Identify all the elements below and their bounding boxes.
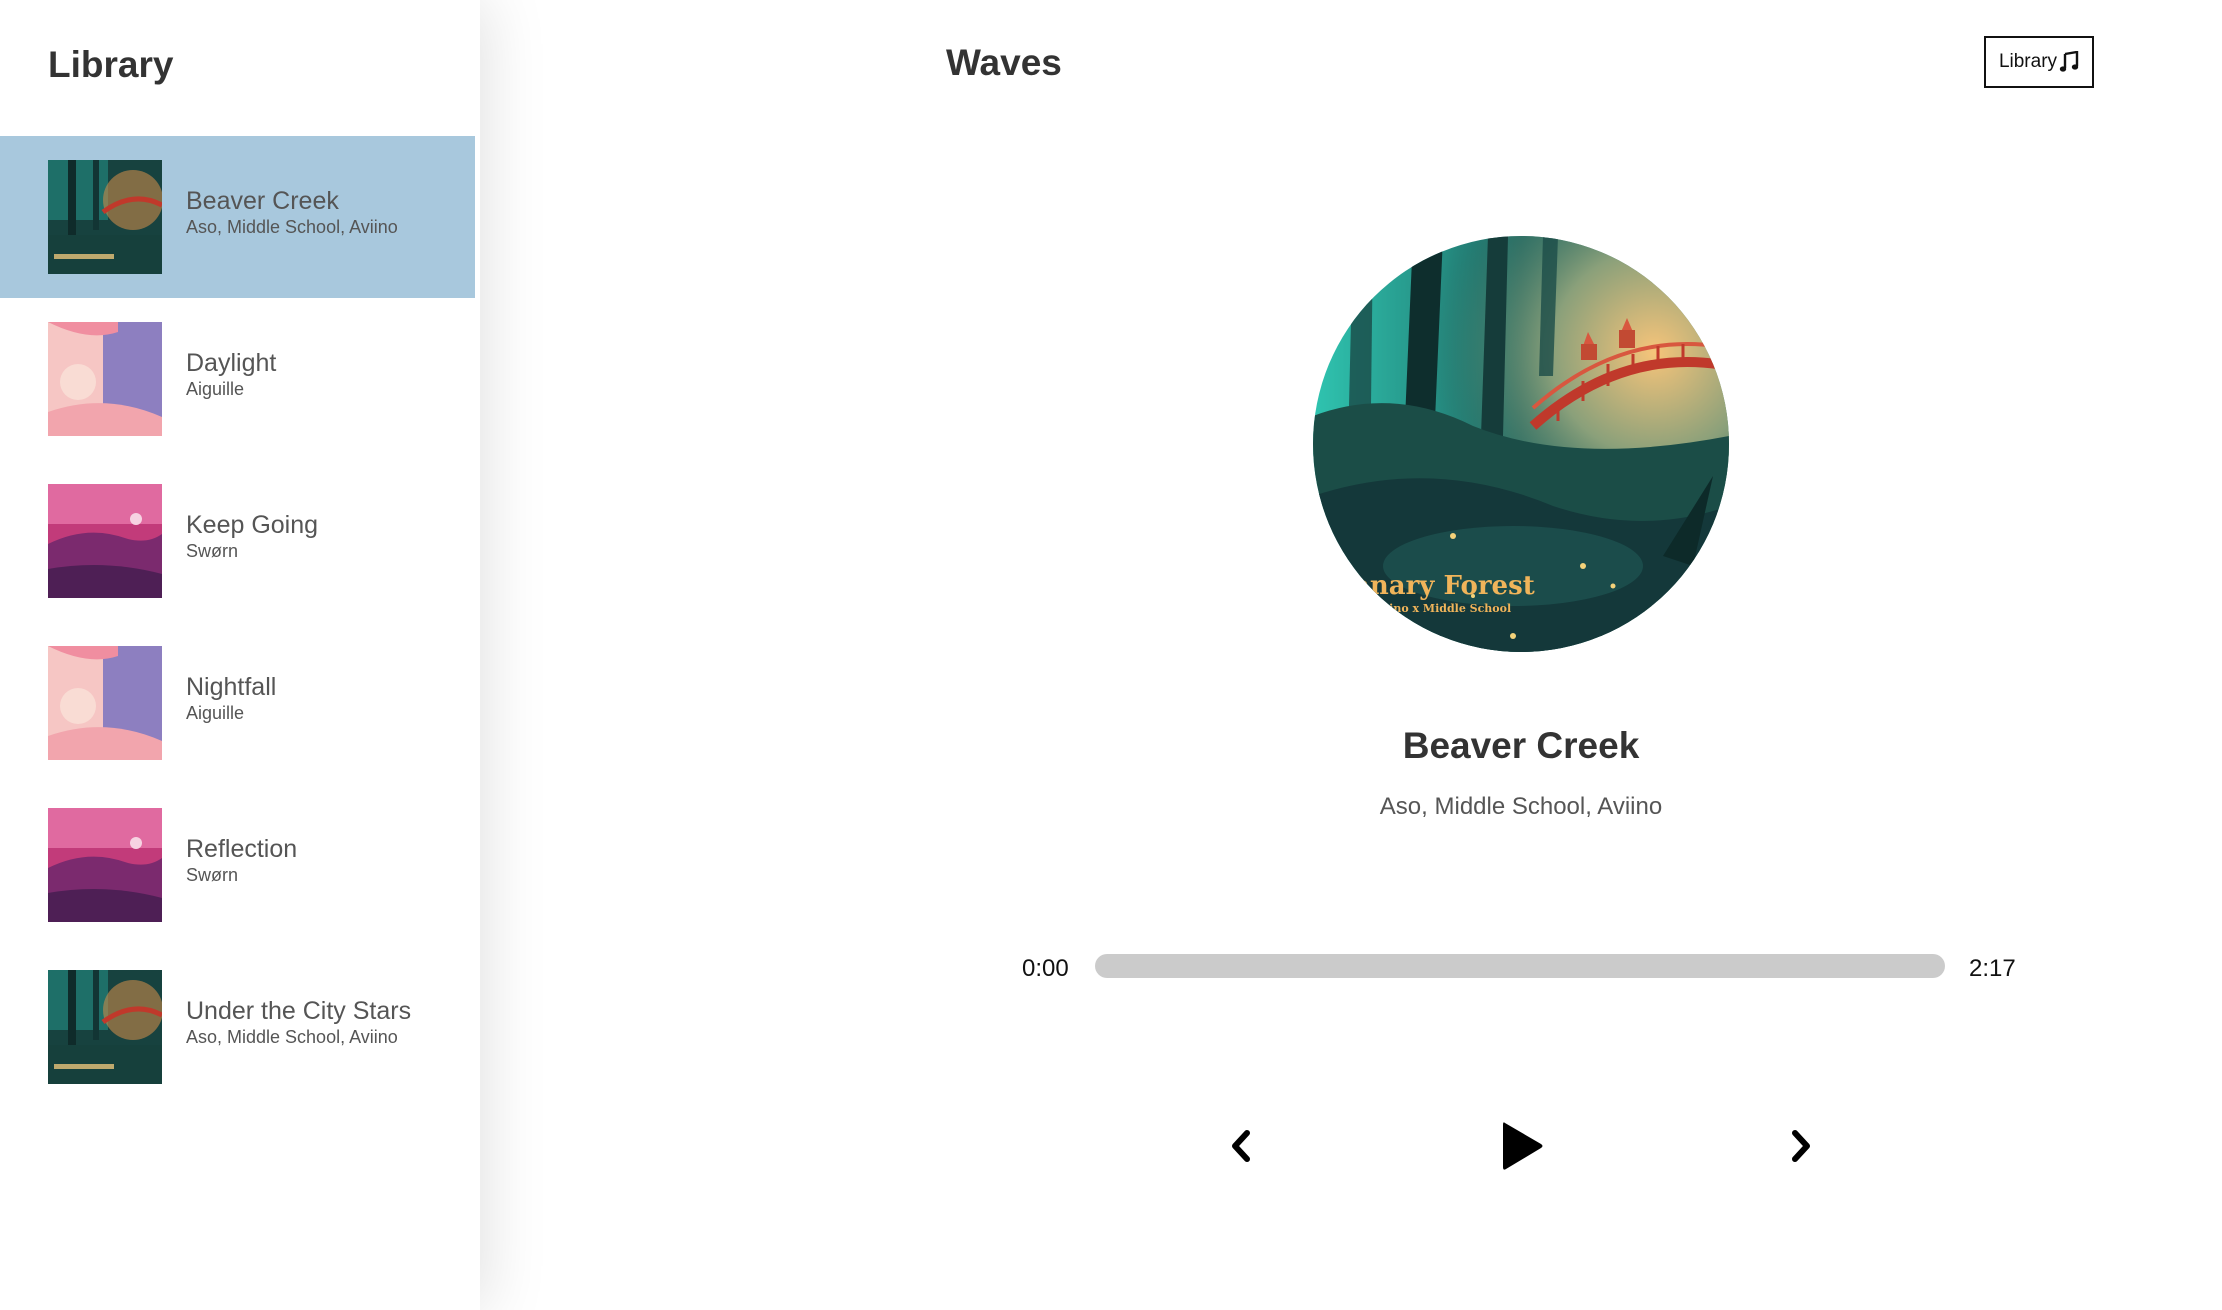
album-art: anary Forest iino x Middle School [1313,236,1729,652]
player-main: Waves Library anary Forest iino x Middle… [480,0,2222,1310]
current-time: 0:00 [1022,955,1069,982]
song-name: Beaver Creek [186,187,339,215]
song-text: Beaver Creek Aso, Middle School, Aviino [186,186,398,238]
forest-bridge-artwork: anary Forest iino x Middle School [1313,236,1729,652]
song-artist: Aiguille [186,379,245,399]
pink-sky-cover-art [48,322,162,436]
library-sidebar: Library Beaver Creek Aso, Middle School,… [0,0,480,1310]
song-item-reflection[interactable]: Reflection Swørn [0,784,475,946]
app-title: Waves [946,42,1062,83]
next-track-button[interactable] [1784,1124,1820,1168]
song-artist: Aso, Middle School, Aviino [186,217,398,237]
track-title: Beaver Creek [1402,725,1640,766]
album-cover-image [48,970,162,1084]
chevron-left-icon [1232,1130,1250,1162]
album-cover-image [48,322,162,436]
song-item-under-the-city-stars[interactable]: Under the City Stars Aso, Middle School,… [0,946,475,1108]
song-name: Nightfall [186,673,277,701]
song-list: Beaver Creek Aso, Middle School, Aviino … [0,136,475,1108]
song-text: Under the City Stars Aso, Middle School,… [186,996,411,1048]
song-artist: Swørn [186,865,239,885]
song-name: Reflection [186,835,298,863]
library-button-label: Library [1998,51,2058,72]
pink-sky-cover-art [48,646,162,760]
album-cover-image [48,160,162,274]
album-cover-image [48,646,162,760]
chevron-right-icon [1792,1130,1810,1162]
album-art-subtitle-text: iino x Middle School [1385,602,1511,615]
song-name: Daylight [186,349,277,377]
magenta-landscape-cover-art [48,484,162,598]
previous-track-button[interactable] [1222,1124,1258,1168]
song-item-daylight[interactable]: Daylight Aiguille [0,298,475,460]
music-note-icon [2059,51,2079,72]
total-time: 2:17 [1969,955,2016,982]
song-text: Reflection Swørn [186,834,297,886]
forest-cover-art [48,970,162,1084]
magenta-landscape-cover-art [48,808,162,922]
song-name: Keep Going [186,511,319,539]
song-item-keep-going[interactable]: Keep Going Swørn [0,460,475,622]
song-name: Under the City Stars [186,997,412,1025]
music-player-app: Library Beaver Creek Aso, Middle School,… [0,0,2222,1310]
song-text: Daylight Aiguille [186,348,276,400]
track-artist: Aso, Middle School, Aviino [1379,793,1663,820]
song-text: Nightfall Aiguille [186,672,276,724]
play-icon [1503,1122,1543,1170]
song-text: Keep Going Swørn [186,510,318,562]
forest-cover-art [48,160,162,274]
play-button[interactable] [1496,1118,1548,1174]
song-artist: Aso, Middle School, Aviino [186,1027,398,1047]
sidebar-title: Library [48,44,174,85]
song-item-nightfall[interactable]: Nightfall Aiguille [0,622,475,784]
album-cover-image [48,484,162,598]
song-item-beaver-creek[interactable]: Beaver Creek Aso, Middle School, Aviino [0,136,475,298]
song-artist: Swørn [186,541,239,561]
song-artist: Aiguille [186,703,245,723]
progress-slider[interactable] [1095,954,1945,978]
library-toggle-button[interactable]: Library [1984,36,2094,88]
album-art-title-text: anary Forest [1353,571,1535,601]
album-cover-image [48,808,162,922]
